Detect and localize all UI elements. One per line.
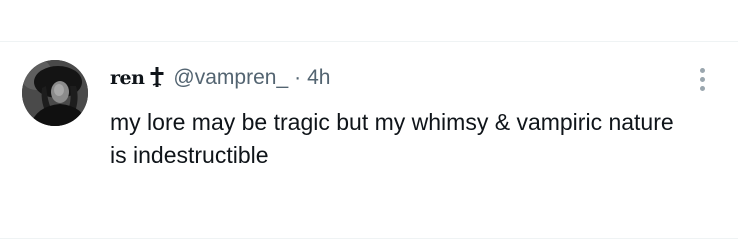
tweet-header: ren @vampren_ · 4h <box>110 66 330 90</box>
tweet[interactable]: ren @vampren_ · 4h my lore may be tragic… <box>0 42 738 238</box>
display-name[interactable]: ren <box>110 66 145 90</box>
timestamp[interactable]: 4h <box>307 66 330 90</box>
latin-cross-icon <box>149 66 165 88</box>
avatar[interactable] <box>22 60 88 126</box>
bottom-divider <box>0 238 738 239</box>
tweet-text: my lore may be tragic but my whimsy & va… <box>110 109 674 168</box>
header-separator: · <box>294 66 302 89</box>
vertical-ellipsis-icon[interactable] <box>692 66 714 96</box>
user-handle[interactable]: @vampren_ <box>173 66 288 90</box>
